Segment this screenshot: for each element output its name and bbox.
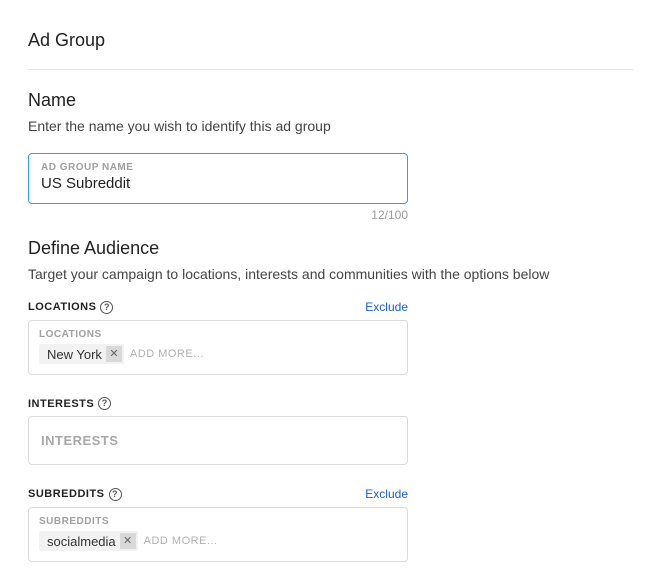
interests-placeholder: Interests — [41, 433, 395, 448]
subreddits-exclude-link[interactable]: Exclude — [365, 487, 408, 501]
location-tag: New York ✕ — [39, 344, 124, 364]
subreddits-input[interactable]: Subreddits socialmedia ✕ Add more... — [28, 507, 408, 562]
close-icon[interactable]: ✕ — [120, 533, 136, 549]
ad-group-name-field[interactable]: Ad Group Name — [28, 153, 408, 204]
audience-heading: Define Audience — [28, 238, 633, 259]
page-title: Ad Group — [28, 30, 633, 51]
locations-input[interactable]: Locations New York ✕ Add more... — [28, 320, 408, 375]
interests-group: Interests ? Interests — [28, 397, 633, 465]
audience-description: Target your campaign to locations, inter… — [28, 265, 633, 285]
locations-inner-label: Locations — [39, 329, 397, 340]
locations-label: Locations ? — [28, 301, 113, 314]
help-icon[interactable]: ? — [98, 397, 111, 410]
ad-group-name-input[interactable] — [41, 175, 395, 192]
char-count: 12/100 — [28, 208, 408, 222]
interests-input[interactable]: Interests — [28, 416, 408, 465]
locations-exclude-link[interactable]: Exclude — [365, 300, 408, 314]
subreddits-group: Subreddits ? Exclude Subreddits socialme… — [28, 487, 633, 562]
subreddit-tag: socialmedia ✕ — [39, 531, 138, 551]
ad-group-name-label: Ad Group Name — [41, 162, 395, 173]
divider — [28, 69, 633, 70]
help-icon[interactable]: ? — [109, 488, 122, 501]
subreddits-add-more[interactable]: Add more... — [144, 535, 218, 547]
subreddits-inner-label: Subreddits — [39, 516, 397, 527]
name-description: Enter the name you wish to identify this… — [28, 117, 633, 137]
subreddits-label: Subreddits ? — [28, 488, 122, 501]
locations-group: Locations ? Exclude Locations New York ✕… — [28, 300, 633, 375]
help-icon[interactable]: ? — [100, 301, 113, 314]
name-heading: Name — [28, 90, 633, 111]
close-icon[interactable]: ✕ — [106, 346, 122, 362]
locations-add-more[interactable]: Add more... — [130, 348, 204, 360]
interests-label: Interests ? — [28, 397, 111, 410]
